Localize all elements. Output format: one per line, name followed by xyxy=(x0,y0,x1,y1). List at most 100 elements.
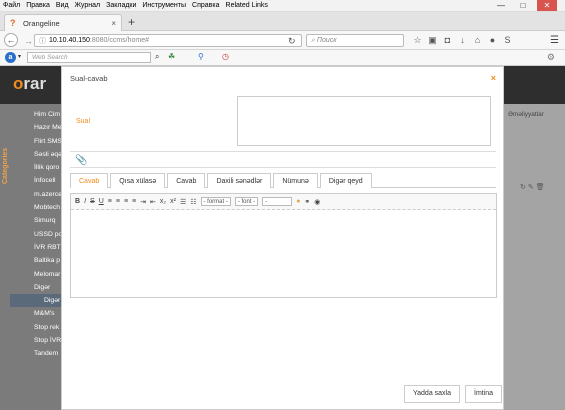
logo-rest: rar xyxy=(23,74,47,93)
category-item[interactable]: Melomar xyxy=(10,268,64,281)
reload-icon[interactable]: ↻ xyxy=(288,36,296,47)
download-icon[interactable]: ↓ xyxy=(455,35,470,46)
indent-icon[interactable]: ⇥ xyxy=(140,198,146,206)
category-item[interactable]: Hazır Me xyxy=(10,121,64,134)
modal-close-icon[interactable]: × xyxy=(491,73,496,83)
category-item[interactable]: Mobtech xyxy=(10,201,64,214)
tab-diger-qeyd[interactable]: Digər qeyd xyxy=(319,173,372,188)
category-item[interactable]: İllik qoro xyxy=(10,161,64,174)
logo-o: o xyxy=(13,74,24,93)
addon-icon[interactable]: ☘ xyxy=(168,52,175,61)
underline-icon[interactable]: U xyxy=(99,198,104,205)
search-input[interactable]: ⌕ Поиск xyxy=(306,34,404,47)
menu-help[interactable]: Справка xyxy=(192,2,219,9)
align-left-icon[interactable]: ≡ xyxy=(108,198,112,205)
url-path: :8080/ccms/home# xyxy=(89,37,150,44)
category-item[interactable]: Səsli əqə xyxy=(10,148,64,161)
format-select[interactable]: - format - xyxy=(200,197,231,206)
align-right-icon[interactable]: ≡ xyxy=(124,198,128,205)
category-item[interactable]: İVR RBT xyxy=(10,241,64,254)
numbered-list-icon[interactable]: ☷ xyxy=(190,198,196,206)
category-item[interactable]: Simurq xyxy=(10,214,64,227)
ask-dropdown-icon[interactable]: ▾ xyxy=(18,53,21,60)
divider xyxy=(70,151,496,152)
pocket-icon[interactable]: ◘ xyxy=(440,35,455,46)
maximize-button[interactable]: □ xyxy=(515,0,531,11)
category-item[interactable]: Tandem xyxy=(10,347,64,360)
link-icon[interactable]: ⚲ xyxy=(198,52,204,61)
paperclip-icon[interactable]: 📎 xyxy=(75,155,87,166)
bold-icon[interactable]: B xyxy=(75,198,80,205)
minimize-button[interactable]: — xyxy=(493,0,509,11)
category-item[interactable]: Baltika p xyxy=(10,254,64,267)
browser-tab[interactable]: ? Orangeline × xyxy=(4,14,122,31)
url-host: 10.10.40.150 xyxy=(49,37,90,44)
ask-logo-icon[interactable]: a xyxy=(5,52,16,63)
tab-cavab-2[interactable]: Cavab xyxy=(167,173,206,188)
menu-history[interactable]: Журнал xyxy=(75,2,101,9)
menu-icon[interactable]: ☰ xyxy=(550,35,559,46)
nav-bar: ← → ⓘ 10.10.40.150:8080/ccms/home# ↻ ⌕ П… xyxy=(0,31,565,50)
cancel-button[interactable]: İmtina xyxy=(465,385,503,403)
new-tab-button[interactable]: + xyxy=(128,15,135,29)
tab-qisa-xulase[interactable]: Qısa xülasə xyxy=(110,173,166,188)
category-item[interactable]: Flirt SMS xyxy=(10,135,64,148)
back-icon[interactable]: ← xyxy=(4,33,18,47)
question-textarea[interactable] xyxy=(237,96,491,146)
outdent-icon[interactable]: ⇤ xyxy=(150,198,156,206)
strike-icon[interactable]: S xyxy=(90,198,95,205)
menu-bar: Файл Правка Вид Журнал Закладки Инструме… xyxy=(0,0,565,12)
menu-edit[interactable]: Правка xyxy=(26,2,50,9)
nav-icons: ☆ ▣ ◘ ↓ ⌂ ● S xyxy=(410,35,515,46)
home-icon[interactable]: ⌂ xyxy=(470,35,485,46)
category-item[interactable]: Digər xyxy=(10,294,64,308)
superscript-icon[interactable]: x² xyxy=(170,198,176,205)
align-center-icon[interactable]: ≡ xyxy=(116,198,120,205)
bullet-list-icon[interactable]: ☰ xyxy=(180,198,186,206)
menu-related-links[interactable]: Related Links xyxy=(226,2,268,9)
category-item[interactable]: USSD po xyxy=(10,228,64,241)
italic-icon[interactable]: I xyxy=(84,198,86,205)
category-item[interactable]: Him Cim xyxy=(10,108,64,121)
rich-text-editor[interactable]: B I S U ≡ ≡ ≡ ≡ ⇥ ⇤ x₂ x² ☰ ☷ - format -… xyxy=(70,193,497,298)
category-item[interactable]: M&M's xyxy=(10,307,64,320)
category-item[interactable]: Stop rek xyxy=(10,321,64,334)
color-icon[interactable]: ● xyxy=(296,198,300,205)
sidebar: Categories Him Cim Hazır Me Flirt SMS Səsli… xyxy=(0,104,64,410)
skype-icon[interactable]: S xyxy=(500,35,515,46)
forward-icon[interactable]: → xyxy=(24,36,33,46)
reading-list-icon[interactable]: ▣ xyxy=(425,35,440,46)
modal-title: Sual-cavab xyxy=(70,74,108,83)
operations-label[interactable]: Əməliyyatlar xyxy=(508,111,544,118)
clock-icon[interactable]: ◷ xyxy=(222,52,229,61)
menu-file[interactable]: Файл xyxy=(3,2,20,9)
web-search-input[interactable]: Web Search xyxy=(27,52,151,63)
tab-daxili-senedler[interactable]: Daxili sənədlər xyxy=(207,173,272,188)
menu-view[interactable]: Вид xyxy=(56,2,69,9)
menu-bookmarks[interactable]: Закладки xyxy=(106,2,136,9)
category-item[interactable]: m.azerce xyxy=(10,188,64,201)
row-action-icons[interactable]: ↻✎🗑 xyxy=(520,183,547,191)
justify-icon[interactable]: ≡ xyxy=(132,198,136,205)
chat-icon[interactable]: ● xyxy=(485,35,500,46)
save-button[interactable]: Yadda saxla xyxy=(404,385,461,403)
category-item[interactable]: Digər xyxy=(10,281,64,294)
link-icon[interactable]: ⚭ xyxy=(304,198,310,206)
question-label: Sual xyxy=(76,118,91,125)
tab-numune[interactable]: Nümunə xyxy=(273,173,318,188)
category-item[interactable]: Stop İVR xyxy=(10,334,64,347)
menu-tools[interactable]: Инструменты xyxy=(142,2,186,9)
close-window-button[interactable]: ✕ xyxy=(537,0,557,11)
bookmark-star-icon[interactable]: ☆ xyxy=(410,35,425,46)
window-controls: — □ ✕ xyxy=(493,0,563,11)
url-bar[interactable]: ⓘ 10.10.40.150:8080/ccms/home# xyxy=(34,34,302,47)
preview-icon[interactable]: ◉ xyxy=(314,198,320,206)
subscript-icon[interactable]: x₂ xyxy=(160,198,166,205)
tab-cavab[interactable]: Cavab xyxy=(70,173,109,188)
category-item[interactable]: İnfocell xyxy=(10,174,64,187)
gear-icon[interactable]: ⚙ xyxy=(547,52,555,63)
font-select[interactable]: - font - xyxy=(234,197,259,206)
search-icon[interactable]: ⌕ xyxy=(155,52,159,62)
tab-close-icon[interactable]: × xyxy=(111,19,116,28)
size-select[interactable]: - xyxy=(262,197,293,206)
